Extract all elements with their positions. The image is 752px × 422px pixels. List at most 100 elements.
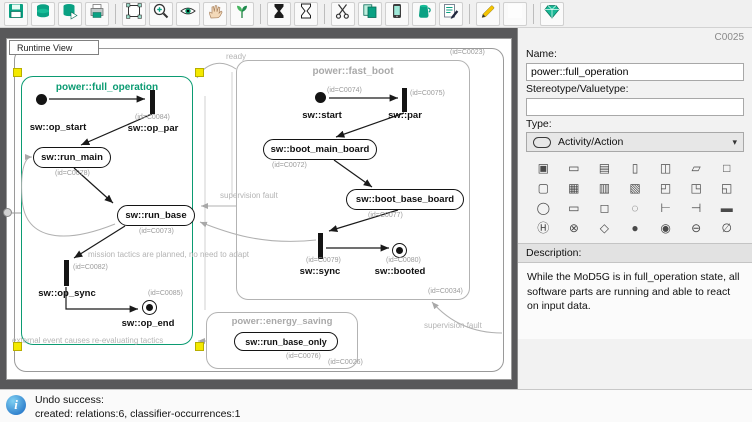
selection-handle-top-right[interactable] (195, 68, 204, 77)
node-id-par: (id=C0075) (410, 90, 445, 97)
join-node-op-sync[interactable] (64, 260, 69, 286)
new-diagram-button[interactable] (122, 2, 146, 26)
palette-item[interactable]: ◉ (652, 219, 679, 236)
paste-button[interactable] (385, 2, 409, 26)
palette-item[interactable]: ▢ (530, 179, 557, 196)
cut-button[interactable] (331, 2, 355, 26)
palette-item[interactable]: ▧ (622, 179, 649, 196)
print-database-button[interactable] (85, 2, 109, 26)
node-label-par[interactable]: sw::par (388, 110, 422, 121)
palette-item[interactable]: ◻ (591, 199, 618, 216)
palette-item[interactable]: ● (622, 219, 649, 236)
annotation-ready[interactable]: ready (226, 52, 246, 61)
name-input[interactable] (526, 63, 744, 81)
runtime-view-tab[interactable]: Runtime View (9, 40, 99, 55)
wait-outline-button[interactable] (294, 2, 318, 26)
stereotype-input[interactable] (526, 98, 744, 116)
node-id-run-base-only: (id=C0076) (286, 353, 321, 360)
activity-shape-icon (533, 137, 551, 148)
action-run-base-only[interactable]: sw::run_base_only (234, 332, 338, 351)
final-node-booted[interactable] (392, 243, 407, 258)
palette-item[interactable]: ◫ (652, 159, 679, 176)
palette-item[interactable]: ⊖ (683, 219, 710, 236)
application-window: Runtime View (id=C0023) power::full_oper… (0, 0, 752, 422)
name-label: Name: (526, 48, 744, 60)
annotation-supervision-fault-mid[interactable]: supervision fault (220, 191, 278, 200)
fork-node-op-par[interactable] (150, 90, 155, 114)
zoom-button[interactable] (149, 2, 173, 26)
selection-handle-bottom-right[interactable] (195, 342, 204, 351)
gem-button[interactable] (540, 2, 564, 26)
action-boot-main-board[interactable]: sw::boot_main_board (263, 139, 377, 160)
node-label-op-start[interactable]: sw::op_start (30, 122, 86, 133)
palette-item[interactable]: ▣ (530, 159, 557, 176)
node-label-op-sync[interactable]: sw::op_sync (38, 288, 96, 299)
selection-handle-bottom-left[interactable] (13, 342, 22, 351)
wait-button[interactable] (267, 2, 291, 26)
database-export-button[interactable] (58, 2, 82, 26)
chevron-down-icon: ▾ (732, 137, 737, 148)
blank-tool-button[interactable] (503, 2, 527, 26)
palette-item[interactable]: ▤ (591, 159, 618, 176)
palette-item[interactable]: ▯ (622, 159, 649, 176)
palette-item[interactable]: ⊗ (561, 219, 588, 236)
node-label-booted[interactable]: sw::booted (375, 266, 426, 277)
state-fast-boot-title: power::fast_boot (237, 66, 469, 77)
node-id-start: (id=C0074) (327, 87, 362, 94)
grow-button[interactable] (230, 2, 254, 26)
palette-item[interactable]: ◰ (652, 179, 679, 196)
node-label-sync[interactable]: sw::sync (300, 266, 341, 277)
copy-button[interactable] (358, 2, 382, 26)
selection-handle-top-left[interactable] (13, 68, 22, 77)
palette-item[interactable]: ◱ (713, 179, 740, 196)
initial-node-start[interactable] (315, 92, 326, 103)
annotation-mission-tactics[interactable]: mission tactics are planned, no need to … (88, 250, 249, 259)
action-boot-base-board[interactable]: sw::boot_base_board (346, 189, 464, 210)
annotation-supervision-fault-bottom[interactable]: supervision fault (424, 321, 482, 330)
status-bar: i Undo success: created: relations:6, cl… (0, 389, 752, 422)
action-run-main[interactable]: sw::run_main (33, 147, 111, 168)
initial-node-op-start[interactable] (36, 94, 47, 105)
palette-item[interactable]: ▦ (561, 179, 588, 196)
edit-button[interactable] (476, 2, 500, 26)
database-button[interactable] (31, 2, 55, 26)
palette-item[interactable]: Ⓗ (530, 219, 557, 236)
fill-button[interactable] (412, 2, 436, 26)
save-button[interactable] (4, 2, 28, 26)
state-fast-boot-id-label: (id=C0034) (428, 288, 463, 295)
join-node-sync[interactable] (318, 233, 323, 259)
description-label: Description: (518, 243, 752, 263)
properties-panel: C0025 Name: Stereotype/Valuetype: Type: … (517, 28, 752, 389)
palette-item[interactable]: ⊢ (652, 199, 679, 216)
save-icon (7, 2, 25, 25)
view-button[interactable] (176, 2, 200, 26)
toolbar-separator (324, 4, 325, 24)
node-label-start[interactable]: sw::start (302, 110, 342, 121)
palette-item[interactable]: ▱ (683, 159, 710, 176)
palette-item[interactable]: ⊣ (683, 199, 710, 216)
palette-item[interactable]: ◳ (683, 179, 710, 196)
palette-item[interactable]: ◇ (591, 219, 618, 236)
palette-item[interactable]: ◯ (530, 199, 557, 216)
database-icon (34, 2, 52, 25)
runtime-view-tab-label: Runtime View (17, 43, 72, 53)
palette-item[interactable]: ◌ (622, 199, 649, 216)
node-label-op-end[interactable]: sw::op_end (122, 318, 175, 329)
palette-item[interactable]: ▭ (561, 159, 588, 176)
palette-item[interactable]: □ (713, 159, 740, 176)
report-button[interactable] (439, 2, 463, 26)
node-label-op-par[interactable]: sw::op_par (128, 123, 179, 134)
description-text[interactable]: While the MoD5G is in full_operation sta… (518, 263, 752, 339)
action-run-base[interactable]: sw::run_base (117, 205, 195, 226)
palette-item[interactable]: ▬ (713, 199, 740, 216)
palette-item[interactable]: ▥ (591, 179, 618, 196)
fork-node-par[interactable] (402, 88, 407, 112)
pan-button[interactable] (203, 2, 227, 26)
final-node-op-end[interactable] (142, 300, 157, 315)
palette-item[interactable]: ▭ (561, 199, 588, 216)
frame-port[interactable] (3, 208, 12, 217)
palette-item[interactable]: ∅ (713, 219, 740, 236)
edit-pencil-icon (479, 2, 497, 25)
annotation-external-event[interactable]: external event causes re-evaluating tact… (12, 336, 163, 345)
type-dropdown[interactable]: Activity/Action ▾ (526, 132, 744, 152)
